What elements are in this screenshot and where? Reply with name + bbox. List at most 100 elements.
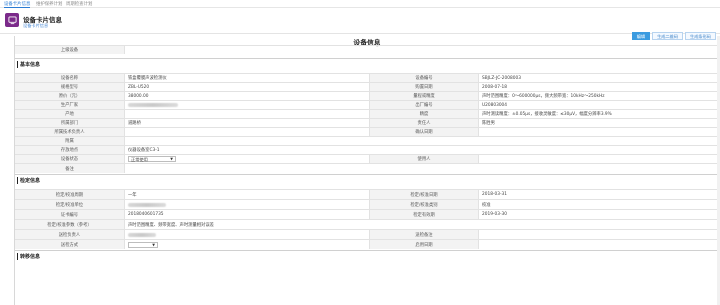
certificate-number-value: 2018040601735	[128, 212, 164, 217]
field-label: 规格型号	[15, 83, 125, 91]
field-label: 附属	[15, 137, 125, 145]
device-info-sheet: 设备信息 上级设备 基本信息 设备名称 铁盒覆膜声波检测仪 设备编号 SBJLZ…	[14, 36, 719, 305]
verify-type-value: 校准	[482, 202, 491, 208]
field-label: 量程或精度	[369, 92, 479, 100]
field-label: 出厂编号	[369, 101, 479, 109]
device-name-value: 铁盒覆膜声波检测仪	[128, 76, 167, 81]
table-row: 备注	[15, 163, 719, 173]
tab-periodic-check-plan[interactable]: 周期检查计划	[66, 1, 92, 7]
table-row: 检定/校准周期 一年 检定/校准日期 2018-03-31	[15, 189, 719, 199]
field-label: 购置日期	[369, 83, 479, 91]
field-label: 设备名称	[15, 74, 125, 82]
transfer-info-heading: 转移信息	[17, 253, 40, 260]
field-label: 所属部门	[15, 119, 125, 127]
verification-info-section: 检定信息	[15, 174, 719, 186]
user-value	[479, 155, 719, 163]
device-number-value: SBJLZ-JC-2008003	[482, 75, 521, 81]
field-label: 备注	[15, 164, 125, 173]
submit-method-select[interactable]: ▼	[128, 241, 158, 248]
breadcrumb[interactable]: 设备卡片信息	[23, 23, 48, 29]
verify-date-value: 2018-03-31	[482, 192, 507, 197]
range-accuracy-value: 声时范围精度：0～600000μs，频大频带宽：10kHz～250kHz	[482, 94, 605, 99]
verify-cycle-value: 一年	[128, 192, 137, 198]
basic-info-heading: 基本信息	[17, 61, 40, 68]
table-row: 送检方式 ▼ 启用日期	[15, 239, 719, 249]
field-label: 检定有效期	[369, 210, 479, 219]
table-row: 设备名称 铁盒覆膜声波检测仪 设备编号 SBJLZ-JC-2008003	[15, 73, 719, 82]
parent-device-label: 上级设备	[15, 46, 125, 54]
parent-device-value	[125, 46, 369, 54]
remark-value	[125, 164, 369, 173]
table-row: 所属技术负责人 确认日期	[15, 127, 719, 136]
table-row: 所属部门 道路桥 责任人 陈胜男	[15, 118, 719, 127]
transfer-info-section: 转移信息	[15, 250, 719, 305]
page-header: 设备卡片信息 设备卡片信息 编辑 生成二维码 生成条形码	[0, 9, 720, 40]
table-row: 送检负责人 送检备注	[15, 229, 719, 239]
enable-date-value	[479, 240, 719, 249]
field-label: 存放地点	[15, 146, 125, 154]
table-row: 证书编号 2018040601735 检定有效期 2019-03-30	[15, 209, 719, 219]
field-label: 所属技术负责人	[15, 128, 125, 136]
validity-date-value: 2019-03-30	[482, 212, 507, 217]
accessory-value	[125, 137, 369, 145]
redacted-text	[128, 232, 156, 237]
field-label: 生产厂家	[15, 101, 125, 109]
field-label: 原价（元）	[15, 92, 125, 100]
chevron-down-icon: ▼	[170, 157, 173, 161]
field-label: 送检备注	[369, 230, 479, 239]
table-row: 原价（元） 38000.00 量程或精度 声时范围精度：0～600000μs，频…	[15, 91, 719, 100]
field-label: 检定/校准类别	[369, 200, 479, 209]
verification-info-heading: 检定信息	[17, 177, 40, 184]
verify-unit-value	[125, 200, 369, 209]
table-row: 规格型号 ZBL-U520 购置日期 2008-07-18	[15, 82, 719, 91]
field-label: 检定/校准周期	[15, 190, 125, 199]
redacted-text	[128, 202, 166, 207]
verify-params-value: 声时范围精度、频带宽度、声时测量相对误差	[128, 222, 214, 228]
device-status-selected: 正常使用	[131, 157, 148, 162]
confirm-date-value	[479, 128, 719, 136]
device-status-select[interactable]: 正常使用 ▼	[128, 156, 176, 162]
table-row: 附属	[15, 136, 719, 145]
device-app-icon	[5, 13, 19, 27]
precision-value: 声时测读精度：±0.05μs，接收灵敏度：≤30μV，幅度分辨率3.9%	[482, 112, 612, 117]
table-row: 设备状态 正常使用 ▼ 使用人	[15, 154, 719, 163]
department-value: 道路桥	[128, 121, 141, 126]
table-row: 存放地点 仪器设备室C3-1	[15, 145, 719, 154]
chevron-down-icon: ▼	[152, 242, 155, 247]
tab-device-card[interactable]: 设备卡片信息	[4, 1, 31, 8]
purchase-date-value: 2008-07-18	[482, 84, 507, 90]
field-label: 产地	[15, 110, 125, 118]
responsible-person-value: 陈胜男	[482, 121, 495, 126]
origin-value	[125, 110, 369, 118]
field-label: 责任人	[369, 119, 479, 127]
tech-lead-value	[125, 128, 369, 136]
table-row: 检定/校准参数（参考） 声时范围精度、频带宽度、声时测量相对误差	[15, 219, 719, 229]
tab-maintenance-plan[interactable]: 维护保养计划	[36, 1, 62, 7]
field-label: 检定/校准参数（参考）	[15, 220, 125, 229]
redacted-text	[128, 103, 178, 107]
location-value: 仪器设备室C3-1	[128, 148, 160, 153]
field-label: 送检负责人	[15, 230, 125, 239]
field-label: 检定/校准日期	[369, 190, 479, 199]
model-value: ZBL-U520	[128, 84, 150, 90]
original-price-value: 38000.00	[128, 93, 149, 99]
device-status-cell: 正常使用 ▼	[125, 155, 369, 163]
field-label: 检定/校准单位	[15, 200, 125, 209]
field-label: 设备状态	[15, 155, 125, 163]
field-label: 确认日期	[369, 128, 479, 136]
serial-number-value: U20803004	[482, 102, 508, 108]
basic-info-section: 基本信息	[15, 58, 719, 70]
field-label: 精度	[369, 110, 479, 118]
parent-device-row: 上级设备	[15, 45, 719, 54]
field-label: 证书编号	[15, 210, 125, 219]
manufacturer-value	[125, 101, 369, 109]
field-label: 使用人	[369, 155, 479, 163]
top-tab-bar: 设备卡片信息 维护保养计划 周期检查计划	[0, 0, 720, 8]
submitter-value	[125, 230, 369, 239]
submit-remark-value	[479, 230, 719, 239]
table-row: 检定/校准单位 检定/校准类别 校准	[15, 199, 719, 209]
table-row: 生产厂家 出厂编号 U20803004	[15, 100, 719, 109]
field-label: 启用日期	[369, 240, 479, 249]
field-label: 送检方式	[15, 240, 125, 249]
table-row: 产地 精度 声时测读精度：±0.05μs，接收灵敏度：≤30μV，幅度分辨率3.…	[15, 109, 719, 118]
